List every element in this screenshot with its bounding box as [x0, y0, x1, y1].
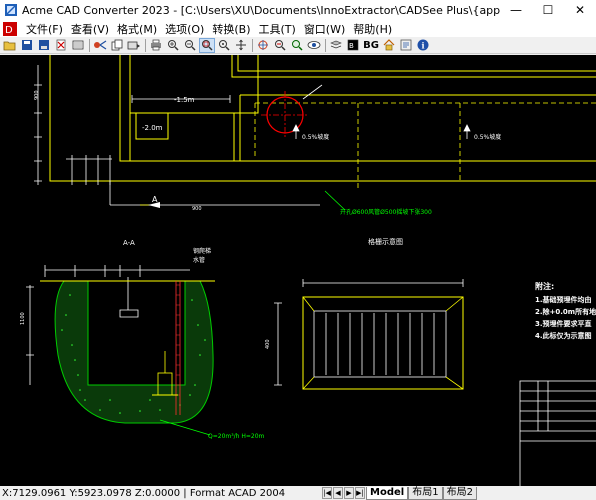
close-file-icon[interactable] [53, 38, 69, 53]
format-icon[interactable] [126, 38, 142, 53]
document-icon[interactable]: D [2, 21, 18, 37]
pipe-opening-marker [261, 84, 323, 139]
close-button[interactable]: ✕ [564, 0, 596, 20]
measure-icon[interactable] [272, 38, 288, 53]
zoom-window-icon[interactable] [199, 37, 215, 53]
next-tab-icon[interactable]: ▶ [344, 487, 354, 499]
section-title: A-A [123, 239, 135, 247]
home-icon[interactable] [381, 38, 397, 53]
background-color-button[interactable]: BG [362, 38, 380, 53]
toolbar-divider [145, 38, 146, 52]
menu-options[interactable]: 选项(O) [161, 21, 208, 37]
slope-label-left: 0.5%坡度 [302, 133, 329, 141]
minimize-button[interactable]: — [500, 0, 532, 20]
dim-label-a: A [152, 195, 158, 204]
concrete-body [40, 280, 215, 424]
toolbar-divider [325, 38, 326, 52]
eye-icon[interactable] [306, 38, 322, 53]
grate-detail [274, 279, 464, 390]
menu-bar: D 文件(F) 查看(V) 格式(M) 选项(O) 转换(B) 工具(T) 窗口… [0, 20, 596, 37]
drawing-canvas[interactable]: -1.5m -2.0m A 900 0.5%坡度 0.5%坡度 开孔Ø600风管… [0, 55, 596, 486]
zoom-extents-icon[interactable] [216, 38, 232, 53]
section-dim-label: 1100 [20, 312, 26, 325]
menu-help[interactable]: 帮助(H) [349, 21, 396, 37]
steel-ladder-label: 钢爬梯 [193, 247, 211, 255]
pipe-note: 开孔Ø600风管Ø500摇坡下张300 [340, 208, 432, 216]
prev-tab-icon[interactable]: ◀ [333, 487, 343, 499]
menu-convert[interactable]: 转换(B) [208, 21, 254, 37]
svg-text:i: i [422, 41, 425, 51]
menu-format[interactable]: 格式(M) [113, 21, 161, 37]
first-tab-icon[interactable]: |◀ [322, 487, 332, 499]
title-bar: Acme CAD Converter 2023 - [C:\Users\XU\D… [0, 0, 596, 20]
tab-layout-2[interactable]: 布局2 [442, 486, 477, 500]
menu-file[interactable]: 文件(F) [22, 21, 67, 37]
tab-model[interactable]: Model [366, 486, 409, 500]
find-icon[interactable] [289, 38, 305, 53]
last-tab-icon[interactable]: ▶| [355, 487, 365, 499]
notes-header: 附注: [535, 281, 554, 291]
save-icon[interactable] [19, 38, 35, 53]
window-title: Acme CAD Converter 2023 - [C:\Users\XU\D… [22, 4, 500, 17]
menu-view[interactable]: 查看(V) [67, 21, 113, 37]
note-line-3: 3.预埋件要求平直 [535, 319, 592, 328]
dim-label-1-5m: -1.5m [174, 96, 195, 104]
note-line-2: 2.除+0.0m所有地面 [535, 307, 596, 316]
maximize-button[interactable]: ☐ [532, 0, 564, 20]
grate-title: 格栅示意图 [368, 237, 403, 246]
settings-icon[interactable] [398, 38, 414, 53]
dim-label-900: 900 [192, 206, 202, 212]
water-pipe-label: 水管 [193, 256, 205, 264]
layer-icon[interactable] [70, 38, 86, 53]
batch-convert-icon[interactable] [109, 38, 125, 53]
black-background-icon[interactable]: B [345, 38, 361, 53]
status-bar: X:7129.0961 Y:5923.0978 Z:0.0000 | Forma… [0, 486, 596, 500]
select-icon[interactable] [255, 38, 271, 53]
save-as-icon[interactable] [36, 38, 52, 53]
zoom-out-icon[interactable] [182, 38, 198, 53]
layers-icon[interactable] [328, 38, 344, 53]
dim-label-2-0m: -2.0m [142, 124, 163, 132]
pan-icon[interactable] [233, 38, 249, 53]
open-folder-icon[interactable] [2, 38, 18, 53]
print-icon[interactable] [148, 38, 164, 53]
menu-tools[interactable]: 工具(T) [255, 21, 300, 37]
toolbar-divider [89, 38, 90, 52]
pump-spec-label: Q=20m³/h H=20m [208, 433, 265, 440]
tab-layout-1[interactable]: 布局1 [408, 486, 443, 500]
coordinate-readout: X:7129.0961 Y:5923.0978 Z:0.0000 | Forma… [2, 487, 286, 499]
note-line-4: 4.此标仅为示意图 [535, 331, 592, 340]
svg-text:D: D [5, 25, 13, 36]
convert-icon[interactable] [92, 38, 108, 53]
info-icon[interactable]: i [415, 38, 431, 53]
svg-text:B: B [349, 42, 354, 50]
zoom-in-icon[interactable] [165, 38, 181, 53]
menu-window[interactable]: 窗口(W) [300, 21, 349, 37]
title-block [519, 380, 596, 486]
slope-label-right: 0.5%坡度 [474, 133, 501, 141]
grate-dim-label: 400 [265, 339, 271, 349]
app-icon [5, 4, 17, 16]
cad-drawing: -1.5m -2.0m A 900 0.5%坡度 0.5%坡度 开孔Ø600风管… [20, 55, 596, 486]
toolbar: B BG i [0, 37, 596, 54]
note-line-1: 1.基础预埋件均由 [535, 295, 592, 304]
plan-dim-label: 900 [34, 90, 40, 100]
toolbar-divider [252, 38, 253, 52]
